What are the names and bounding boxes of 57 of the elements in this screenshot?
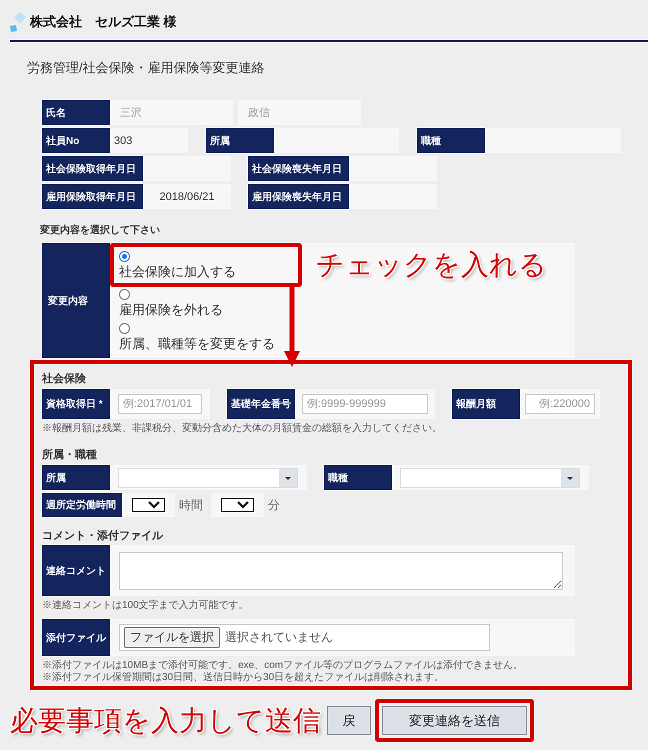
radio-label[interactable]: 所属、職種等を変更をする [119,335,275,353]
value-cell: 政信 [238,100,361,125]
field-label: 氏名 [42,100,110,125]
section-heading: 社会保険 [42,372,87,386]
caret-icon [561,468,579,486]
radio-label[interactable]: 社会保険に加入する [119,263,298,281]
section-heading: 変更内容を選択して下さい [40,225,161,237]
file-field[interactable]: ファイルを選択 選択されていません [119,624,490,651]
comment-field[interactable] [119,552,563,590]
field-label: 雇用保険取得年月日 [42,184,143,209]
unit-label: 時間 [179,496,203,514]
logo-icon [10,12,26,32]
field-label: 資格取得日 * [42,389,110,419]
input-field[interactable]: 例:2017/01/01 [118,394,202,414]
field-label: 所属 [206,128,274,153]
field-label: 職種 [324,465,392,490]
chevron-icon [237,501,249,509]
file-button[interactable]: ファイルを選択 [124,627,220,648]
chevron-icon [148,501,160,509]
back-button[interactable]: 戻 [327,706,371,735]
section-heading: 所属・職種 [42,448,98,462]
radio-label[interactable]: 雇用保険を外れる [119,301,223,319]
note-text: ※添付ファイル保管期間は30日間、送信日時から30日を超えたファイルは削除されます。 [42,672,446,684]
field-label: 週所定労働時間 [42,493,122,517]
field-label: 報酬月額 [452,389,520,419]
caret-icon [279,468,297,486]
note-text: ※報酬月額は残業、非課税分、変動分含めた大体の月額賃金の総額を入力してください。 [42,423,443,435]
value-cell: 三沢 [110,100,233,125]
radio-button[interactable] [119,288,130,300]
field-label: 社会保険取得年月日 [42,156,143,181]
field-label: 基礎年金番号 [227,389,295,419]
submit-button[interactable]: 変更連絡を送信 [382,706,527,735]
dropdown-field[interactable] [221,498,254,512]
field-label: 職種 [417,128,485,153]
dropdown-field[interactable] [132,498,165,512]
note-text: ※添付ファイルは10MBまで添付可能です。exe、comファイル等のプログラムファイルは添付できません。 [42,660,524,672]
field-label: 社員No [42,128,110,153]
field-label: 添付ファイル [42,619,110,656]
value-cell: 2018/06/21 [143,184,231,209]
unit-label: 分 [268,496,280,514]
note-text: ※連絡コメントは100文字まで入力可能です。 [42,600,250,612]
page-title: 労務管理/社会保険・雇用保険等変更連絡 [27,60,266,76]
input-field[interactable]: 例:220000 [525,394,595,414]
radio-button[interactable] [119,322,130,334]
annotation-text: チェックを入れる [316,248,547,282]
annotation-text: 必要事項を入力して送信 [10,704,321,738]
field-label: 所属 [42,465,110,490]
field-label: 社会保険喪失年月日 [248,156,349,181]
value-cell: 303 [110,128,188,153]
section-heading: コメント・添付ファイル [42,529,164,543]
radio-button[interactable] [119,250,130,262]
file-status: 選択されていません [225,629,333,646]
field-label: 雇用保険喪失年月日 [248,184,349,209]
company-name: 株式会社 セルズ工業 様 [30,13,177,31]
field-label: 連絡コメント [42,545,110,596]
field-label: 変更内容 [42,243,110,358]
input-field[interactable]: 例:9999-999999 [302,394,428,414]
